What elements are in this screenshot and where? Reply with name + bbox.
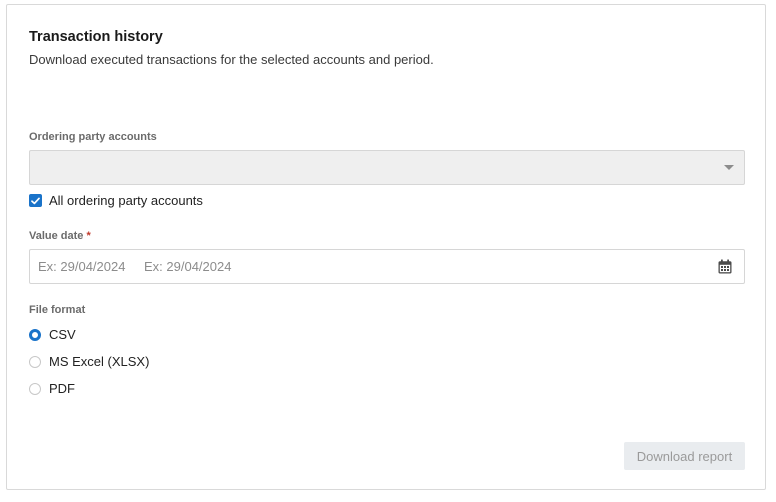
format-radio-csv[interactable] [29, 328, 41, 341]
file-format-label: File format [29, 304, 86, 316]
page-title: Transaction history [29, 29, 163, 45]
all-accounts-checkbox-row[interactable]: All ordering party accounts [29, 193, 203, 208]
date-from-input[interactable]: Ex: 29/04/2024 [38, 259, 125, 274]
download-report-button[interactable]: Download report [624, 442, 745, 470]
accounts-label: Ordering party accounts [29, 131, 157, 143]
format-option-label: PDF [49, 381, 75, 396]
format-radio-pdf[interactable] [29, 382, 41, 395]
format-option-csv[interactable]: CSV [29, 327, 76, 342]
format-option-xlsx[interactable]: MS Excel (XLSX) [29, 354, 149, 369]
date-to-input[interactable]: Ex: 29/04/2024 [144, 259, 231, 274]
page-subtitle: Download executed transactions for the s… [29, 52, 434, 67]
required-marker: * [86, 230, 91, 242]
value-date-label-text: Value date [29, 230, 84, 242]
all-accounts-checkbox[interactable] [29, 194, 42, 207]
format-option-pdf[interactable]: PDF [29, 381, 75, 396]
all-accounts-label: All ordering party accounts [49, 193, 203, 208]
check-icon [31, 197, 40, 204]
transaction-history-card: Transaction history Download executed tr… [6, 4, 766, 490]
value-date-range-input[interactable]: Ex: 29/04/2024 Ex: 29/04/2024 [29, 249, 745, 284]
chevron-down-icon [724, 165, 734, 170]
format-option-label: MS Excel (XLSX) [49, 354, 150, 369]
value-date-label: Value date * [29, 230, 91, 242]
calendar-icon[interactable] [718, 259, 732, 279]
accounts-select[interactable] [29, 150, 745, 185]
format-radio-xlsx[interactable] [29, 355, 41, 368]
format-option-label: CSV [49, 327, 76, 342]
